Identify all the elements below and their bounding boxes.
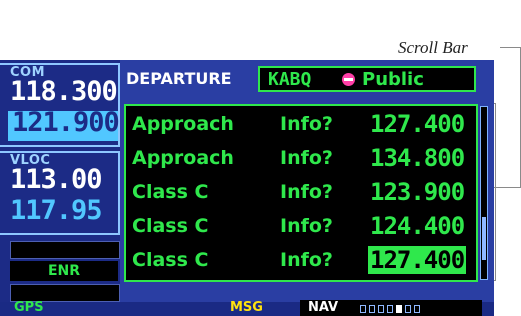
empty-slot [10,241,120,259]
page-header: DEPARTURE KABQ Public [124,64,494,92]
frequency-value[interactable]: 127.400 [368,110,466,138]
list-item[interactable]: Class C Info? 127.400 [132,246,472,276]
public-airport-icon [342,73,355,86]
status-bar: GPS MSG NAV [0,300,494,316]
frequency-column: COM 118.300 121.900 VLOC 113.00 117.95 E… [0,60,120,316]
freq-name: Class C [132,249,209,271]
vloc-window: VLOC 113.00 117.95 [0,151,120,235]
cdi-mode-enr: ENR [10,261,118,281]
info-link[interactable]: Info? [280,181,333,203]
gps-status: GPS [14,300,44,315]
scroll-thumb[interactable] [482,217,486,260]
gps-screen: COM 118.300 121.900 VLOC 113.00 117.95 E… [0,60,494,316]
msg-annunciator: MSG [230,300,263,315]
freq-name: Class C [132,215,209,237]
airport-identifier: KABQ [268,69,312,90]
freq-name: Class C [132,181,209,203]
page-pip [414,305,420,313]
com-standby-frequency[interactable]: 121.900 [12,107,120,138]
page-title: DEPARTURE [126,69,232,88]
com-active-frequency: 118.300 [10,76,118,107]
scroll-bar[interactable] [480,106,488,280]
vloc-standby-frequency[interactable]: 117.95 [10,195,103,226]
info-link[interactable]: Info? [280,215,333,237]
page-group-indicator: NAV [300,300,482,316]
list-item[interactable]: Class C Info? 123.900 [132,178,472,208]
freq-name: Approach [132,147,234,169]
list-item[interactable]: Approach Info? 134.800 [132,144,472,174]
info-link[interactable]: Info? [280,147,333,169]
page-pip [369,305,375,313]
freq-name: Approach [132,113,234,135]
list-item[interactable]: Class C Info? 124.400 [132,212,472,242]
page-pip [387,305,393,313]
page-pip [405,305,411,313]
frequency-value[interactable]: 124.400 [368,212,466,240]
airport-field[interactable]: KABQ Public [258,66,476,92]
selected-frequency-value[interactable]: 127.400 [368,246,467,274]
frequency-value[interactable]: 123.900 [368,178,466,206]
scroll-bar-callout-label: Scroll Bar [398,38,468,57]
com-window: COM 118.300 121.900 [0,63,120,147]
vloc-active-frequency: 113.00 [10,164,103,195]
info-link[interactable]: Info? [280,249,333,271]
frequency-list: Approach Info? 127.400 Approach Info? 13… [124,104,478,282]
callout-leader-line [500,47,521,48]
active-page-pip [396,305,402,313]
departure-page: DEPARTURE KABQ Public Approach Info? 127… [124,64,494,282]
page-pip [360,305,366,313]
info-link[interactable]: Info? [280,113,333,135]
frequency-value[interactable]: 134.800 [368,144,466,172]
page-pip [378,305,384,313]
airport-type: Public [362,69,424,90]
list-item[interactable]: Approach Info? 127.400 [132,110,472,140]
page-group-label: NAV [308,300,339,315]
